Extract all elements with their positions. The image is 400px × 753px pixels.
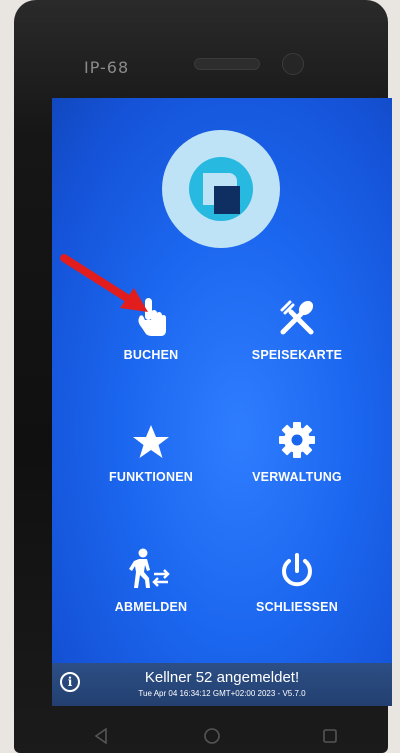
- logo-square: [214, 186, 240, 214]
- power-icon: [222, 546, 372, 590]
- login-status-message: Kellner 52 angemeldet!: [144, 669, 300, 686]
- gear-icon: [222, 416, 372, 460]
- tile-label: ABMELDEN: [114, 600, 188, 614]
- tile-label: SPEISEKARTE: [251, 348, 343, 362]
- tile-verwaltung[interactable]: VERWALTUNG: [222, 416, 372, 484]
- tile-label: SCHLIESSEN: [256, 600, 338, 614]
- app-screen: BUCHEN SPEISEKARTE FUNKTIONEN VERWALTUNG…: [52, 98, 392, 706]
- recents-nav-icon[interactable]: [320, 726, 340, 746]
- star-icon: [76, 416, 226, 460]
- status-timestamp: Tue Apr 04 16:34:12 GMT+02:00 2023 - V5.…: [138, 689, 306, 698]
- phone-body: IP-68 BUCHEN SPEISEKARTE FUNKTIONEN VERW…: [14, 0, 392, 753]
- tile-schliessen[interactable]: SCHLIESSEN: [222, 546, 372, 614]
- tile-label: VERWALTUNG: [252, 470, 342, 484]
- back-nav-icon[interactable]: [92, 726, 112, 746]
- earpiece-speaker: [194, 58, 260, 70]
- red-arrow-annotation: [60, 254, 148, 312]
- tile-label: BUCHEN: [123, 348, 179, 362]
- app-logo: [162, 130, 280, 248]
- fork-spoon-icon: [222, 294, 372, 338]
- front-camera: [282, 53, 304, 75]
- tile-label: FUNKTIONEN: [109, 470, 193, 484]
- device-rating-label: IP-68: [84, 58, 130, 77]
- logout-person-icon: [76, 546, 226, 590]
- tile-speisekarte[interactable]: SPEISEKARTE: [222, 294, 372, 362]
- status-bar: i Kellner 52 angemeldet! Tue Apr 04 16:3…: [52, 663, 392, 706]
- home-nav-icon[interactable]: [202, 726, 222, 746]
- tile-abmelden[interactable]: ABMELDEN: [76, 546, 226, 614]
- tile-funktionen[interactable]: FUNKTIONEN: [76, 416, 226, 484]
